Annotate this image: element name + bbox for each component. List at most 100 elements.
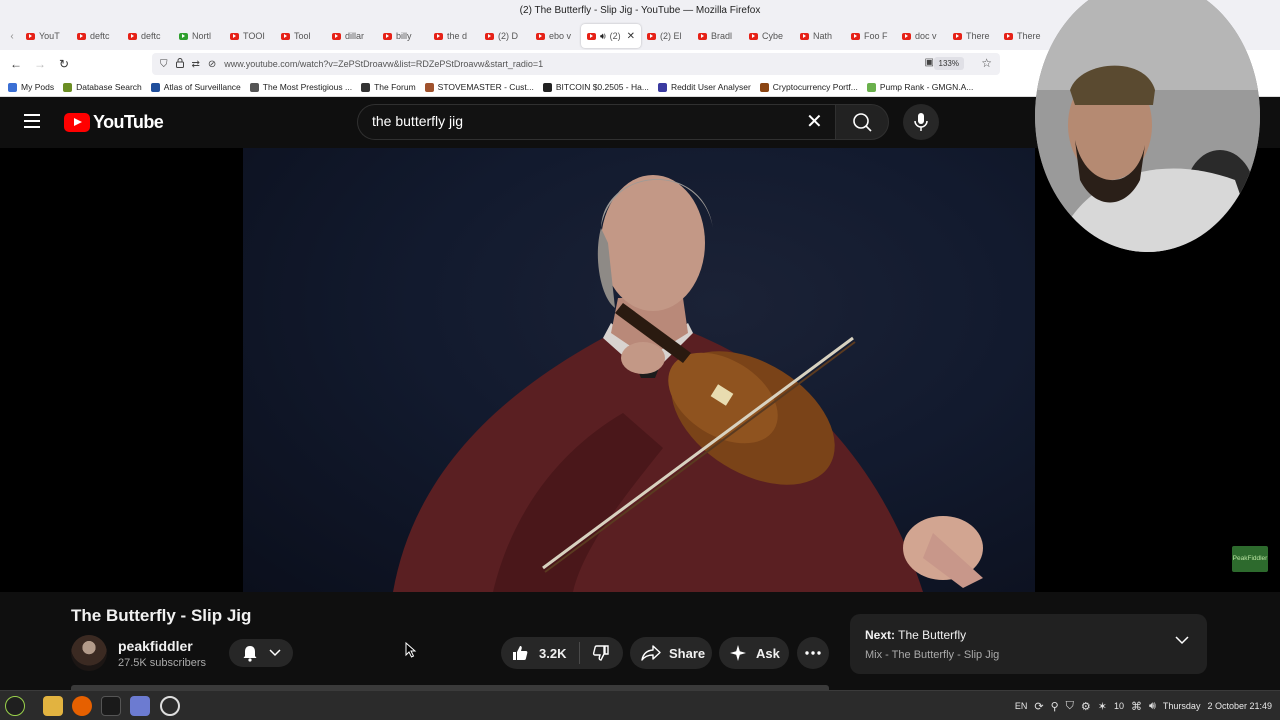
bookmark-item[interactable]: Database Search (63, 82, 142, 92)
voice-search-button[interactable] (903, 104, 939, 140)
forward-button[interactable]: → (28, 57, 52, 71)
language-indicator[interactable]: EN (1015, 701, 1028, 711)
bookmark-star-icon[interactable]: ☆ (981, 56, 992, 70)
tab-label: Foo F (864, 31, 888, 41)
channel-avatar[interactable] (71, 635, 107, 671)
share-label: Share (669, 645, 706, 661)
bookmark-item[interactable]: The Forum (361, 82, 416, 92)
start-menu-icon[interactable] (5, 696, 25, 716)
terminal-icon[interactable] (101, 696, 121, 716)
search-box[interactable] (357, 104, 840, 140)
bookmark-favicon-icon (542, 82, 552, 92)
more-actions-button[interactable] (797, 637, 829, 669)
browser-tab[interactable]: Nortl (173, 24, 224, 48)
browser-tab[interactable]: doc v (896, 24, 947, 48)
shield-icon[interactable]: ⛉ (160, 59, 168, 70)
browser-tab[interactable]: 🔊︎ (2) ✕ (581, 24, 641, 48)
permissions-icon[interactable]: ⇄ (192, 59, 200, 70)
browser-tab[interactable]: There (947, 24, 998, 48)
browser-tab[interactable]: (2) El (641, 24, 692, 48)
shield-icon[interactable]: ⛉ (1066, 700, 1074, 713)
url-bar[interactable]: ⛉ ⇄ ⊘ www.youtube.com/watch?v=ZePStDroav… (152, 53, 1000, 75)
bookmark-item[interactable]: Atlas of Surveillance (150, 82, 241, 92)
browser-tab[interactable]: dillar (326, 24, 377, 48)
bookmark-label: Cryptocurrency Portf... (772, 82, 858, 92)
youtube-icon (749, 32, 758, 40)
browser-tab[interactable]: deftc (122, 24, 173, 48)
notification-icon[interactable]: ✶ (1098, 700, 1107, 713)
youtube-icon (698, 32, 707, 40)
reader-view-icon[interactable]: ▣ (925, 57, 934, 68)
search-button[interactable] (835, 104, 889, 140)
volume-icon[interactable]: 🔊︎ (1149, 700, 1156, 713)
like-button[interactable]: 3.2K (501, 637, 579, 669)
bookmark-favicon-icon (150, 82, 160, 92)
reload-button[interactable]: ↻ (52, 57, 76, 71)
firefox-icon[interactable] (72, 696, 92, 716)
bookmark-item[interactable]: My Pods (8, 82, 54, 92)
browser-tab[interactable]: YouT (20, 24, 71, 48)
menu-icon[interactable] (24, 114, 40, 128)
bookmark-item[interactable]: Cryptocurrency Portf... (759, 82, 858, 92)
text-editor-icon[interactable] (130, 696, 150, 716)
bookmark-item[interactable]: BITCOIN $0.2505 - Ha... (542, 82, 649, 92)
search-input[interactable] (372, 113, 792, 129)
autoplay-blocked-icon[interactable]: ⊘ (208, 59, 216, 70)
notification-bell-button[interactable] (229, 639, 293, 667)
bookmark-item[interactable]: The Most Prestigious ... (249, 82, 352, 92)
ethernet-icon[interactable]: ⌘ (1131, 700, 1142, 713)
network-icon[interactable]: ⚲ (1051, 700, 1059, 713)
browser-tab[interactable]: ebo v (530, 24, 581, 48)
bookmark-favicon-icon (759, 82, 769, 92)
next-up-card[interactable]: Next: The Butterfly Mix - The Butterfly … (850, 614, 1207, 674)
tab-label: Tool (294, 31, 311, 41)
close-tab-icon[interactable]: ✕ (627, 31, 635, 42)
ask-button[interactable]: Ask (719, 637, 789, 669)
share-button[interactable]: Share (630, 637, 712, 669)
speaker-icon[interactable]: 🔊︎ (600, 31, 606, 42)
bookmark-item[interactable]: Reddit User Analyser (657, 82, 751, 92)
youtube-icon (953, 32, 962, 40)
browser-tab[interactable]: (2) D (479, 24, 530, 48)
browser-tab[interactable]: Nath (794, 24, 845, 48)
next-prefix: Next: (865, 628, 896, 642)
browser-tab[interactable]: Tool (275, 24, 326, 48)
bookmark-favicon-icon (657, 82, 667, 92)
bookmark-label: Pump Rank - GMGN.A... (879, 82, 974, 92)
bookmark-favicon-icon (866, 82, 876, 92)
browser-tab[interactable]: the d (428, 24, 479, 48)
browser-tab[interactable]: There (998, 24, 1049, 48)
back-button[interactable]: ← (4, 57, 28, 71)
youtube-icon (26, 32, 35, 40)
clock[interactable]: 2 October 21:49 (1207, 701, 1272, 711)
bookmark-favicon-icon (361, 82, 371, 92)
browser-tab[interactable]: Cybe (743, 24, 794, 48)
chevron-down-icon[interactable] (1175, 636, 1189, 645)
dislike-button[interactable] (580, 637, 622, 669)
subscriber-count: 27.5K subscribers (118, 657, 207, 669)
search-icon (853, 113, 872, 132)
channel-watermark[interactable]: PeakFiddler (1232, 546, 1268, 572)
tab-scroll-left-icon[interactable]: ‹ (4, 31, 20, 42)
youtube-icon (800, 32, 809, 40)
green-n-icon (179, 32, 188, 40)
lock-icon[interactable] (175, 57, 184, 71)
update-icon[interactable]: ⟳ (1034, 700, 1043, 713)
obs-icon[interactable] (160, 696, 180, 716)
channel-name[interactable]: peakfiddler (118, 638, 193, 654)
browser-tab[interactable]: deftc (71, 24, 122, 48)
youtube-logo[interactable]: YouTube (64, 112, 164, 133)
gear-icon[interactable]: ⚙ (1081, 700, 1091, 713)
bookmark-item[interactable]: STOVEMASTER - Cust... (424, 82, 534, 92)
zoom-level[interactable]: 133% (933, 57, 964, 70)
file-manager-icon[interactable] (43, 696, 63, 716)
video-frame[interactable] (243, 148, 1035, 592)
browser-tab[interactable]: TOOI (224, 24, 275, 48)
browser-tab[interactable]: Foo F (845, 24, 896, 48)
bookmark-item[interactable]: Pump Rank - GMGN.A... (866, 82, 974, 92)
url-text[interactable]: www.youtube.com/watch?v=ZePStDroavw&list… (224, 59, 543, 69)
browser-tab[interactable]: Bradl (692, 24, 743, 48)
tab-label: There (966, 31, 990, 41)
clear-search-icon[interactable]: ✕ (806, 112, 823, 132)
browser-tab[interactable]: billy (377, 24, 428, 48)
